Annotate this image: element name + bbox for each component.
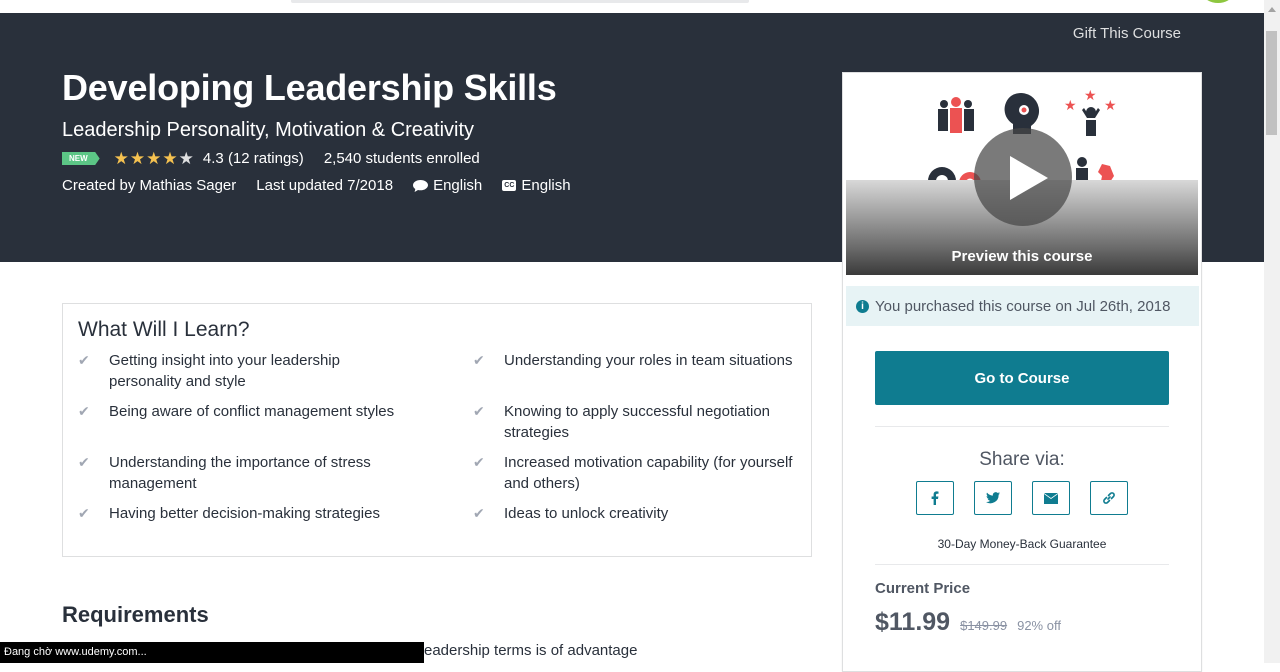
facebook-share-button[interactable] — [916, 481, 954, 515]
check-icon: ✔ — [473, 352, 485, 368]
star-icon: ★ — [129, 149, 146, 168]
share-label: Share via: — [979, 449, 1065, 470]
rating-text: 4.3 (12 ratings) — [202, 150, 304, 167]
learn-heading: What Will I Learn? — [78, 318, 250, 341]
list-item: ✔ Being aware of conflict management styl… — [78, 401, 473, 443]
envelope-icon — [1044, 492, 1058, 504]
original-price: $149.99 — [960, 618, 1008, 633]
facebook-icon — [931, 491, 939, 505]
check-icon: ✔ — [78, 403, 90, 419]
discount-percent: 92% off — [1017, 618, 1061, 633]
course-meta-row: Created by Mathias Sager Last updated 7/… — [62, 177, 591, 194]
last-updated: Last updated 7/2018 — [256, 177, 394, 194]
rating-row: NEW ★ ★ ★ ★ ★ 4.3 (12 ratings) 2,540 stu… — [62, 150, 480, 167]
star-rating: ★ ★ ★ ★ ★ — [114, 150, 195, 167]
svg-text:★: ★ — [1104, 97, 1117, 113]
list-item: ✔ Knowing to apply successful negotiation… — [473, 403, 771, 441]
check-icon: ✔ — [473, 403, 485, 419]
money-back-guarantee: 30-Day Money-Back Guarantee — [937, 537, 1107, 551]
current-price-label: Current Price — [875, 580, 971, 597]
share-buttons — [916, 481, 1148, 515]
check-icon: ✔ — [78, 505, 90, 521]
check-icon: ✔ — [473, 454, 485, 470]
twitter-icon — [986, 492, 1000, 504]
course-preview[interactable]: ★ ★ ★ Preview this course — [846, 76, 1198, 275]
list-item: ✔ Having better decision-making strategie… — [78, 505, 380, 522]
avatar[interactable] — [1204, 0, 1232, 3]
star-icon: ★ — [113, 149, 129, 168]
star-empty-icon: ★ — [178, 149, 194, 168]
students-enrolled: 2,540 students enrolled — [323, 150, 480, 167]
list-item: ✔ Getting insight into your leadership pe… — [78, 352, 340, 390]
language-label: English — [433, 177, 483, 194]
top-strip — [0, 0, 1264, 13]
twitter-share-button[interactable] — [974, 481, 1012, 515]
language: English — [413, 177, 482, 194]
list-item: ✔ Increased motivation capability (for yo… — [473, 454, 793, 492]
scroll-up-icon[interactable] — [1268, 7, 1276, 12]
speech-bubble-icon — [413, 179, 429, 192]
browser-status-bar: Đang chờ www.udemy.com... — [0, 642, 424, 663]
course-title: Developing Leadership Skills — [62, 67, 557, 108]
link-icon — [1103, 492, 1115, 504]
list-item: ✔ Understanding your roles in team situat… — [473, 350, 793, 392]
gift-course-link[interactable]: Gift This Course — [1073, 25, 1181, 42]
play-icon[interactable] — [1010, 156, 1048, 200]
price-row: $11.99 $149.99 92% off — [875, 608, 1061, 637]
check-icon: ✔ — [78, 352, 90, 368]
search-bar-stub[interactable] — [291, 0, 749, 3]
requirements-heading: Requirements — [62, 602, 209, 627]
current-price: $11.99 — [875, 608, 951, 636]
what-will-i-learn: What Will I Learn? ✔ Getting insight into… — [62, 303, 812, 557]
check-icon: ✔ — [473, 505, 485, 521]
check-icon: ✔ — [78, 454, 90, 470]
learn-list: ✔ Getting insight into your leadership pe… — [78, 350, 796, 524]
closed-captions-icon: CC — [502, 180, 517, 191]
svg-text:★: ★ — [1064, 97, 1077, 113]
email-share-button[interactable] — [1032, 481, 1070, 515]
info-icon: i — [856, 299, 869, 313]
created-by: Created by Mathias Sager — [62, 177, 237, 194]
purchased-text: You purchased this course on Jul 26th, 2… — [875, 297, 1171, 315]
preview-label[interactable]: Preview this course — [846, 248, 1198, 265]
new-badge: NEW — [62, 152, 100, 165]
divider — [875, 426, 1169, 427]
list-item: ✔ Understanding the importance of stress … — [78, 454, 371, 492]
star-icon: ★ — [162, 149, 178, 168]
star-icon: ★ — [146, 149, 162, 168]
scrollbar-thumb[interactable] — [1266, 31, 1277, 135]
go-to-course-button[interactable]: Go to Course — [875, 351, 1169, 405]
list-item: ✔ Ideas to unlock creativity — [473, 505, 669, 522]
svg-text:★: ★ — [1084, 87, 1097, 103]
requirement-item: eadership terms is of advantage — [424, 642, 638, 659]
purchased-notice: i You purchased this course on Jul 26th,… — [846, 286, 1199, 326]
copy-link-button[interactable] — [1090, 481, 1128, 515]
captions-label: English — [521, 177, 571, 194]
course-subtitle: Leadership Personality, Motivation & Cre… — [62, 119, 475, 141]
captions: CC English — [502, 177, 571, 194]
purchase-card: ★ ★ ★ Preview this course i You purchased … — [842, 72, 1202, 672]
divider — [875, 564, 1169, 565]
